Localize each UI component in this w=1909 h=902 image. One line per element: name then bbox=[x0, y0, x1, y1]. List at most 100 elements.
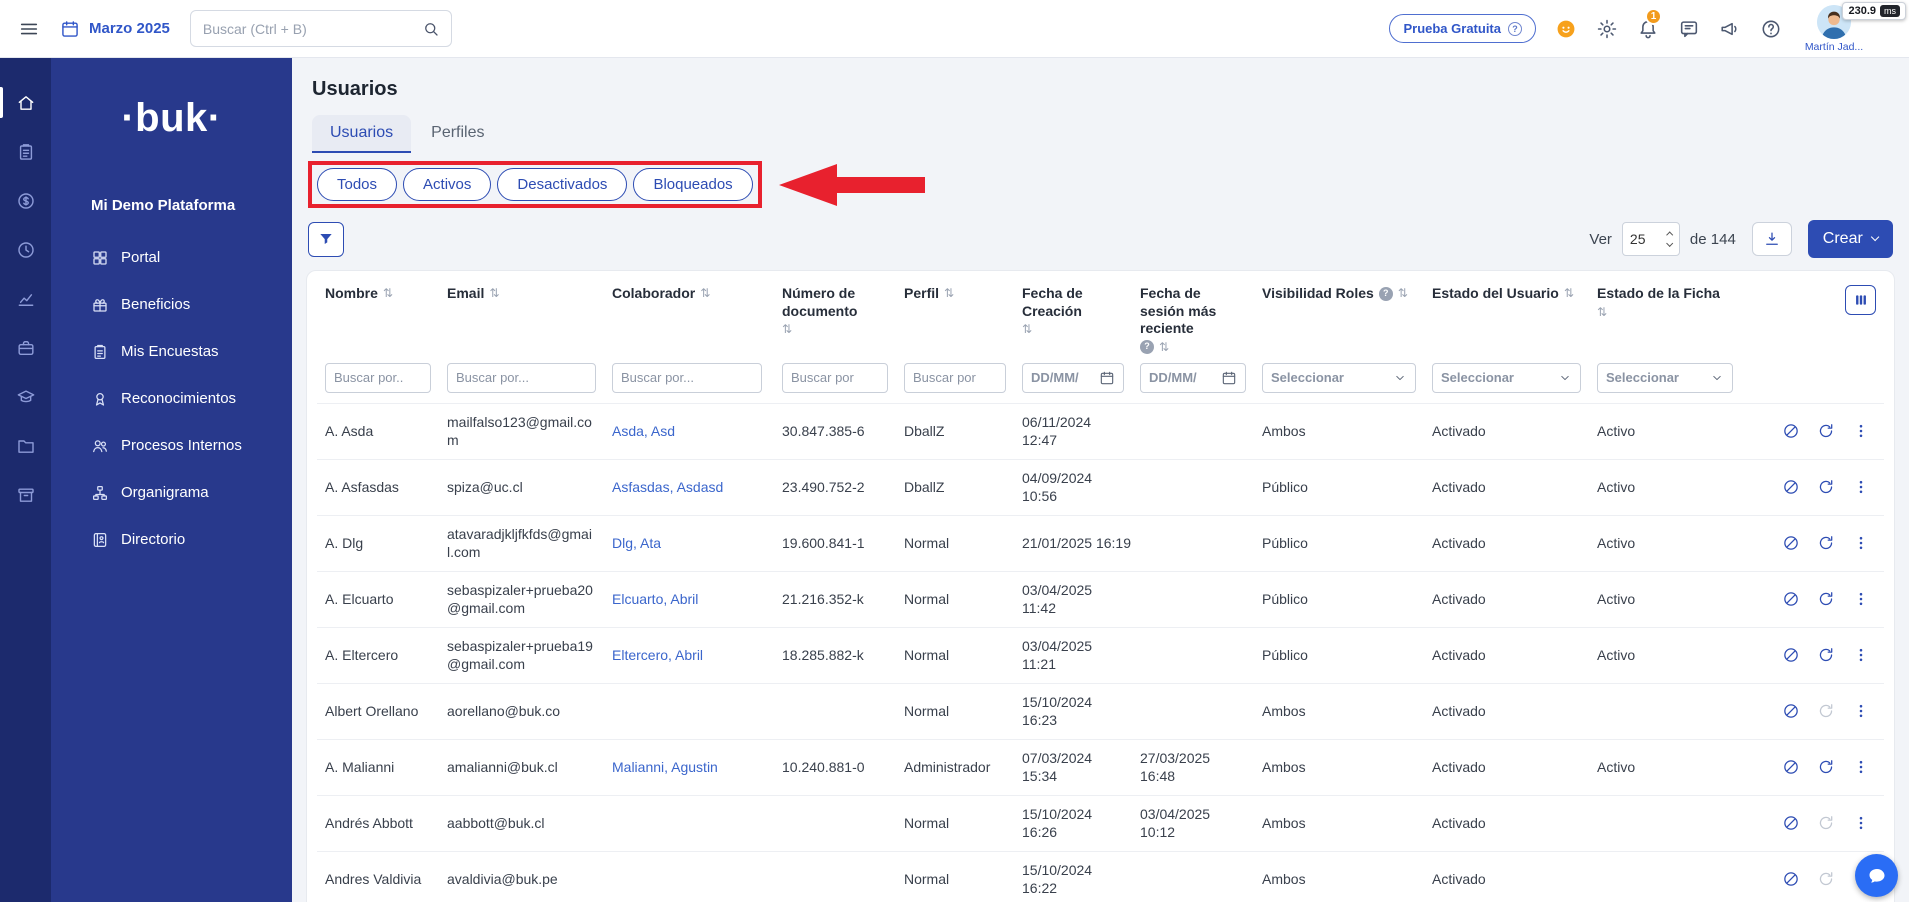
deactivate-user-button[interactable] bbox=[1782, 870, 1800, 888]
cell-nombre: A. Asfasdas bbox=[317, 458, 439, 515]
row-menu-button[interactable] bbox=[1852, 702, 1870, 720]
rail-item-documents-folder[interactable] bbox=[0, 421, 51, 470]
row-menu-button[interactable] bbox=[1852, 758, 1870, 776]
row-menu-button[interactable] bbox=[1852, 478, 1870, 496]
rail-item-payroll-dollar[interactable] bbox=[0, 176, 51, 225]
reset-password-button[interactable] bbox=[1817, 422, 1835, 440]
sort-icon[interactable]: ⇅ bbox=[944, 286, 954, 301]
sort-icon[interactable]: ⇅ bbox=[383, 286, 393, 301]
export-button[interactable] bbox=[1751, 222, 1792, 256]
filter-input-perfil[interactable] bbox=[904, 362, 1006, 393]
row-menu-button[interactable] bbox=[1852, 814, 1870, 832]
sort-icon[interactable]: ⇅ bbox=[1159, 340, 1169, 355]
cell-documento: 18.285.882-k bbox=[774, 626, 896, 683]
cell-actions bbox=[1741, 738, 1884, 795]
tab-perfiles[interactable]: Perfiles bbox=[413, 115, 502, 153]
sort-icon[interactable]: ⇅ bbox=[782, 322, 792, 337]
sidebar-item-reconocimientos[interactable]: Reconocimientos bbox=[51, 375, 292, 422]
rail-item-clipboard[interactable] bbox=[0, 127, 51, 176]
rail-item-briefcase[interactable] bbox=[0, 323, 51, 372]
row-menu-button[interactable] bbox=[1852, 646, 1870, 664]
filter-input-numero-de-documento[interactable] bbox=[782, 362, 888, 393]
filter-pill-activos[interactable]: Activos bbox=[403, 168, 492, 201]
column-settings-button[interactable] bbox=[1845, 285, 1876, 315]
reset-password-button[interactable] bbox=[1817, 534, 1835, 552]
settings-button[interactable] bbox=[1596, 18, 1618, 40]
deactivate-user-button[interactable] bbox=[1782, 646, 1800, 664]
notifications-button[interactable]: 1 bbox=[1637, 7, 1662, 40]
trial-badge[interactable]: Prueba Gratuita ? bbox=[1389, 14, 1536, 43]
feedback-button[interactable] bbox=[1555, 18, 1577, 40]
sort-icon[interactable]: ⇅ bbox=[1597, 305, 1607, 320]
advanced-filter-button[interactable] bbox=[308, 221, 344, 257]
filter-pill-desactivados[interactable]: Desactivados bbox=[497, 168, 628, 201]
reset-password-button[interactable] bbox=[1817, 814, 1835, 832]
sidebar-item-mis-encuestas[interactable]: Mis Encuestas bbox=[51, 328, 292, 375]
cell-visibilidad: Público bbox=[1254, 458, 1424, 515]
info-icon[interactable]: ? bbox=[1378, 286, 1393, 301]
rail-item-time-clock[interactable] bbox=[0, 225, 51, 274]
orgchart-icon bbox=[91, 484, 109, 502]
help-button[interactable] bbox=[1760, 18, 1782, 40]
deactivate-user-button[interactable] bbox=[1782, 814, 1800, 832]
row-menu-button[interactable] bbox=[1852, 534, 1870, 552]
table-row: Albert Orellano aorellano@buk.co Normal 15/… bbox=[317, 682, 1884, 739]
reset-password-button[interactable] bbox=[1817, 702, 1835, 720]
collaborator-link[interactable]: Asfasdas, Asdasd bbox=[612, 479, 723, 495]
collaborator-link[interactable]: Malianni, Agustin bbox=[612, 759, 718, 775]
sort-icon[interactable]: ⇅ bbox=[489, 286, 499, 301]
deactivate-user-button[interactable] bbox=[1782, 478, 1800, 496]
sort-icon[interactable]: ⇅ bbox=[1022, 322, 1032, 337]
sidebar-item-procesos-internos[interactable]: Procesos Internos bbox=[51, 422, 292, 469]
filter-select-estado-del-usuario[interactable]: Seleccionar bbox=[1432, 362, 1581, 393]
info-icon[interactable]: ? bbox=[1140, 340, 1154, 354]
reset-password-button[interactable] bbox=[1817, 590, 1835, 608]
sidebar-item-directorio[interactable]: Directorio bbox=[51, 516, 292, 563]
announcements-button[interactable] bbox=[1719, 18, 1741, 40]
rail-item-performance-chart[interactable] bbox=[0, 274, 51, 323]
filter-date-fecha-de-creacion[interactable]: DD/MM/ bbox=[1022, 362, 1124, 393]
filter-select-visibilidad-roles[interactable]: Seleccionar bbox=[1262, 362, 1416, 393]
row-menu-button[interactable] bbox=[1852, 590, 1870, 608]
filter-input-colaborador[interactable] bbox=[612, 362, 762, 393]
rail-item-home[interactable] bbox=[0, 78, 51, 127]
reset-password-button[interactable] bbox=[1817, 758, 1835, 776]
filter-input-nombre[interactable] bbox=[325, 362, 431, 393]
reset-password-button[interactable] bbox=[1817, 870, 1835, 888]
notes-button[interactable] bbox=[1678, 18, 1700, 40]
deactivate-user-button[interactable] bbox=[1782, 702, 1800, 720]
filter-pill-todos[interactable]: Todos bbox=[317, 168, 398, 201]
collaborator-link[interactable]: Dlg, Ata bbox=[612, 535, 661, 551]
filter-select-estado-de-la-ficha[interactable]: Seleccionar bbox=[1597, 362, 1733, 393]
filter-pill-bloqueados[interactable]: Bloqueados bbox=[633, 168, 753, 201]
page-size-select[interactable]: 25 bbox=[1621, 222, 1680, 256]
caret-down-icon bbox=[1710, 371, 1724, 385]
sort-icon[interactable]: ⇅ bbox=[700, 286, 710, 301]
reset-password-button[interactable] bbox=[1817, 646, 1835, 664]
collaborator-link[interactable]: Eltercero, Abril bbox=[612, 647, 703, 663]
sidebar-item-portal[interactable]: Portal bbox=[51, 234, 292, 281]
deactivate-user-button[interactable] bbox=[1782, 590, 1800, 608]
chat-launcher[interactable] bbox=[1855, 854, 1898, 897]
sort-icon[interactable]: ⇅ bbox=[1564, 286, 1574, 301]
search-button[interactable] bbox=[415, 16, 447, 42]
create-button[interactable]: Crear bbox=[1807, 220, 1893, 258]
period-selector[interactable]: Marzo 2025 bbox=[60, 19, 170, 39]
deactivate-user-button[interactable] bbox=[1782, 758, 1800, 776]
menu-toggle-button[interactable] bbox=[18, 18, 40, 40]
collaborator-link[interactable]: Asda, Asd bbox=[612, 423, 675, 439]
reset-password-button[interactable] bbox=[1817, 478, 1835, 496]
sidebar-item-beneficios[interactable]: Beneficios bbox=[51, 281, 292, 328]
row-menu-button[interactable] bbox=[1852, 422, 1870, 440]
rail-item-archive-box[interactable] bbox=[0, 470, 51, 519]
tab-usuarios[interactable]: Usuarios bbox=[312, 115, 412, 153]
deactivate-user-button[interactable] bbox=[1782, 534, 1800, 552]
filter-input-email[interactable] bbox=[447, 362, 596, 393]
global-search-input[interactable] bbox=[202, 20, 415, 37]
sort-icon[interactable]: ⇅ bbox=[1398, 286, 1408, 301]
collaborator-link[interactable]: Elcuarto, Abril bbox=[612, 591, 698, 607]
rail-item-training-cap[interactable] bbox=[0, 372, 51, 421]
sidebar-item-organigrama[interactable]: Organigrama bbox=[51, 469, 292, 516]
deactivate-user-button[interactable] bbox=[1782, 422, 1800, 440]
filter-date-fecha-de-sesion-mas-reciente[interactable]: DD/MM/ bbox=[1140, 362, 1246, 393]
